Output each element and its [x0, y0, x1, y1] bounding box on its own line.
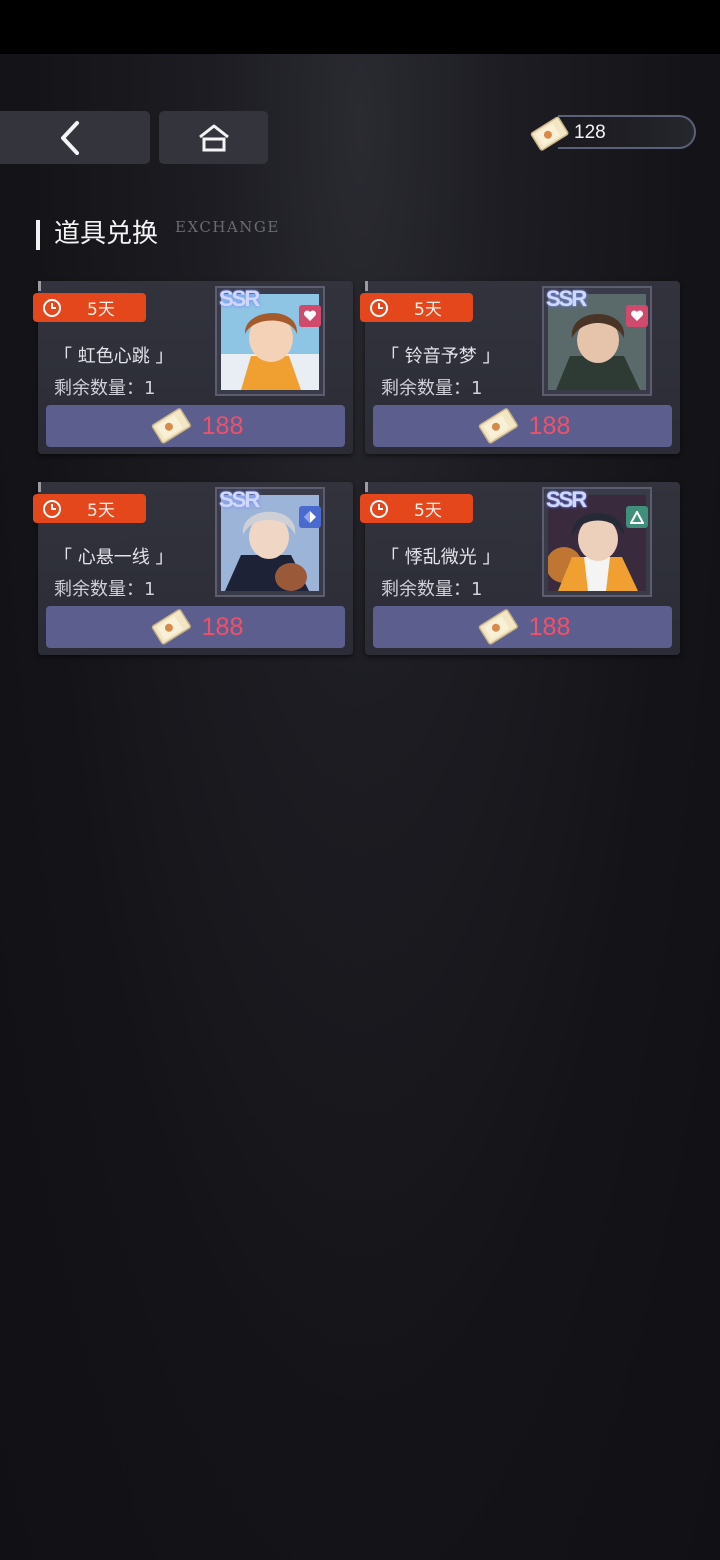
title-accent-bar [36, 220, 40, 250]
timer-badge: 5天 [33, 494, 146, 523]
redeem-button[interactable]: 188 [373, 405, 672, 447]
timer-badge: 5天 [360, 494, 473, 523]
ticket-icon [530, 116, 569, 151]
price-value: 188 [201, 612, 244, 641]
rarity-badge: SSR [546, 487, 587, 512]
redeem-button[interactable]: 188 [373, 606, 672, 648]
card-portrait[interactable]: SSR [542, 286, 652, 396]
clock-icon [370, 499, 388, 518]
item-name: 「 心悬一线 」 [54, 547, 174, 568]
card-portrait[interactable]: SSR [215, 487, 325, 597]
card-edge-mark [38, 482, 41, 492]
heart-icon [626, 305, 648, 327]
item-remaining: 剩余数量：1 [381, 378, 483, 399]
status-bar [0, 0, 720, 54]
exchange-card[interactable]: 5天 「 铃音予梦 」 剩余数量：1 SSR 188 [360, 281, 680, 454]
triangle-icon [626, 506, 648, 528]
home-button[interactable] [159, 111, 268, 164]
price-value: 188 [201, 411, 244, 440]
timer-badge: 5天 [360, 293, 473, 322]
exchange-card[interactable]: 5天 「 心悬一线 」 剩余数量：1 SSR 188 [33, 482, 353, 655]
home-icon [198, 124, 229, 151]
price-value: 188 [528, 411, 571, 440]
exchange-card[interactable]: 5天 「 悸乱微光 」 剩余数量：1 SSR 188 [360, 482, 680, 655]
clock-icon [43, 298, 61, 317]
card-edge-mark [365, 281, 368, 291]
clock-icon [370, 298, 388, 317]
back-button[interactable] [0, 111, 150, 164]
ticket-icon [478, 408, 518, 444]
item-remaining: 剩余数量：1 [54, 579, 156, 600]
ticket-icon [478, 609, 518, 645]
rarity-badge: SSR [219, 487, 260, 512]
heart-icon [299, 305, 321, 327]
card-portrait[interactable]: SSR [215, 286, 325, 396]
section-header: 道具兑换 EXCHANGE [36, 218, 278, 250]
timer-text: 5天 [414, 501, 442, 521]
currency-display: 128 [528, 113, 698, 151]
item-name: 「 悸乱微光 」 [381, 547, 501, 568]
card-edge-mark [38, 281, 41, 291]
ticket-icon [151, 408, 191, 444]
price-value: 188 [528, 612, 571, 641]
item-remaining: 剩余数量：1 [381, 579, 483, 600]
timer-text: 5天 [87, 501, 115, 521]
timer-text: 5天 [414, 300, 442, 320]
page-title: 道具兑换 [54, 219, 159, 249]
item-remaining: 剩余数量：1 [54, 378, 156, 399]
page-subtitle: EXCHANGE [175, 218, 280, 236]
timer-text: 5天 [87, 300, 115, 320]
exchange-card[interactable]: 5天 「 虹色心跳 」 剩余数量：1 SSR 188 [33, 281, 353, 454]
chevron-left-icon [61, 120, 79, 155]
item-name: 「 虹色心跳 」 [54, 346, 174, 367]
card-edge-mark [365, 482, 368, 492]
timer-badge: 5天 [33, 293, 146, 322]
redeem-button[interactable]: 188 [46, 606, 345, 648]
rarity-badge: SSR [546, 286, 587, 311]
diamond-icon [299, 506, 321, 528]
redeem-button[interactable]: 188 [46, 405, 345, 447]
card-portrait[interactable]: SSR [542, 487, 652, 597]
item-name: 「 铃音予梦 」 [381, 346, 501, 367]
currency-value: 128 [574, 122, 606, 143]
clock-icon [43, 499, 61, 518]
exchange-page: 128 道具兑换 EXCHANGE 5天 「 虹色心跳 」 剩余数量：1 SSR… [0, 0, 720, 1560]
ticket-icon [151, 609, 191, 645]
rarity-badge: SSR [219, 286, 260, 311]
